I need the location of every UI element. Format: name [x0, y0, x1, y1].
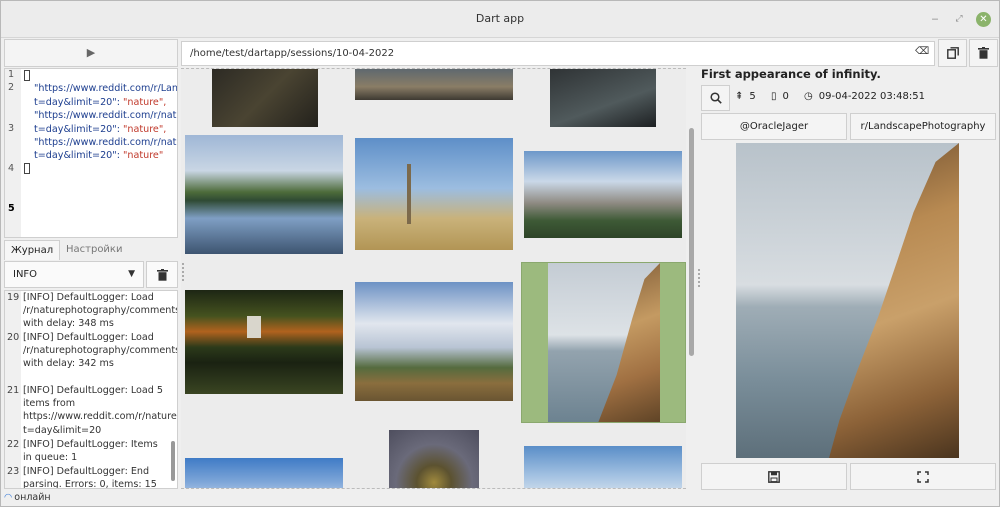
window-title: Dart app: [475, 12, 525, 25]
play-icon: ▶: [86, 46, 96, 59]
code-line: "https://www.reddit.com/r/naturephotogra…: [34, 110, 177, 135]
line-number: 2: [8, 82, 15, 94]
photo-detail: [548, 263, 660, 422]
close-icon[interactable]: ✕: [976, 12, 991, 27]
image-gallery[interactable]: [181, 68, 686, 489]
save-icon: [768, 471, 780, 483]
gallery-thumbnail[interactable]: [524, 446, 682, 488]
code-line: [24, 69, 173, 82]
search-icon: [709, 92, 722, 104]
line-number: 3: [8, 122, 15, 134]
log-scrollbar[interactable]: [171, 441, 175, 481]
minimize-icon[interactable]: ‒: [928, 12, 942, 26]
upvote-icon: ⇞: [735, 91, 744, 102]
text-cursor: [24, 163, 30, 175]
gallery-thumbnail[interactable]: [212, 69, 318, 127]
gallery-thumbnail[interactable]: [185, 290, 343, 394]
log-level-value: INFO: [13, 269, 38, 280]
post-title: First appearance of infinity.: [701, 67, 881, 81]
comments: ▯ 0: [770, 91, 789, 102]
bottom-tabs: Журнал Настройки: [4, 240, 178, 260]
status-text: онлайн: [14, 492, 51, 503]
line-number: 4: [8, 162, 15, 174]
gallery-thumbnail[interactable]: [550, 69, 656, 127]
tab-settings[interactable]: Настройки: [60, 240, 128, 260]
author-button[interactable]: @OracleJager: [701, 113, 847, 140]
trash-icon: [156, 269, 168, 281]
editor-code: "https://www.reddit.com/r/LandscapePhoto…: [24, 69, 178, 176]
left-splitter-handle[interactable]: [182, 263, 184, 281]
clear-log-button[interactable]: [146, 261, 178, 288]
gallery-thumbnail[interactable]: [355, 282, 513, 401]
copy-button[interactable]: [938, 39, 967, 67]
delete-button[interactable]: [969, 39, 998, 67]
post-date: ◷ 09-04-2022 03:48:51: [804, 91, 925, 102]
subreddit-button[interactable]: r/LandscapePhotography: [850, 113, 996, 140]
search-button[interactable]: [701, 85, 730, 111]
log-level-select[interactable]: INFO ▼: [4, 261, 144, 288]
copy-icon: [946, 47, 959, 59]
title-bar: Dart app ‒ ⤢ ✕: [1, 1, 999, 38]
trash-icon: [978, 47, 989, 59]
code-line: "https://www.reddit.com/r/naturepics/top…: [34, 137, 178, 162]
clock-icon: ◷: [804, 91, 813, 102]
gallery-thumbnail[interactable]: [185, 458, 343, 488]
gallery-thumbnail[interactable]: [524, 151, 682, 238]
fullscreen-button[interactable]: [850, 463, 996, 490]
wifi-icon: ◠: [4, 492, 13, 503]
post-meta: ⇞ 5 ▯ 0 ◷ 09-04-2022 03:48:51: [735, 91, 937, 102]
save-button[interactable]: [701, 463, 847, 490]
selected-photo: [736, 143, 959, 458]
session-path-input[interactable]: /home/test/dartapp/sessions/10-04-2022: [181, 41, 935, 66]
gallery-scrollbar[interactable]: [689, 128, 694, 356]
gallery-thumbnail[interactable]: [185, 135, 343, 254]
line-number: 5: [8, 203, 15, 214]
photo-detail: [407, 164, 411, 224]
photo-detail: [247, 316, 261, 338]
gallery-thumbnail[interactable]: [355, 69, 513, 100]
code-line: "https://www.reddit.com/r/LandscapePhoto…: [34, 83, 178, 108]
app-window: Dart app ‒ ⤢ ✕ ▶ 1 2 3 4 5 "https://www.…: [0, 0, 1000, 507]
line-number: 1: [8, 69, 15, 80]
chevron-down-icon: ▼: [128, 269, 135, 279]
gallery-thumbnail-selected[interactable]: [521, 262, 686, 423]
photo-detail: [598, 263, 660, 422]
backspace-clear-icon[interactable]: ⌫: [915, 46, 929, 57]
sources-editor[interactable]: 1 2 3 4 5 "https://www.reddit.com/r/Land…: [4, 68, 178, 238]
connection-status: ◠ онлайн: [4, 491, 51, 505]
text-cursor: [24, 69, 30, 81]
run-button[interactable]: ▶: [4, 39, 178, 67]
upvotes: ⇞ 5: [735, 91, 756, 102]
right-splitter-handle[interactable]: [698, 269, 700, 287]
maximize-icon[interactable]: ⤢: [952, 12, 966, 26]
code-line: [24, 163, 173, 176]
editor-gutter: 1 2 3 4 5: [5, 69, 21, 237]
tab-log[interactable]: Журнал: [4, 240, 61, 260]
clipboard-icon: ▯: [770, 91, 777, 102]
fullscreen-icon: [917, 471, 929, 483]
gallery-thumbnail[interactable]: [389, 430, 479, 488]
log-panel[interactable]: 19 [INFO] DefaultLogger: Load /r/natureph…: [4, 290, 178, 489]
gallery-thumbnail[interactable]: [355, 138, 513, 250]
